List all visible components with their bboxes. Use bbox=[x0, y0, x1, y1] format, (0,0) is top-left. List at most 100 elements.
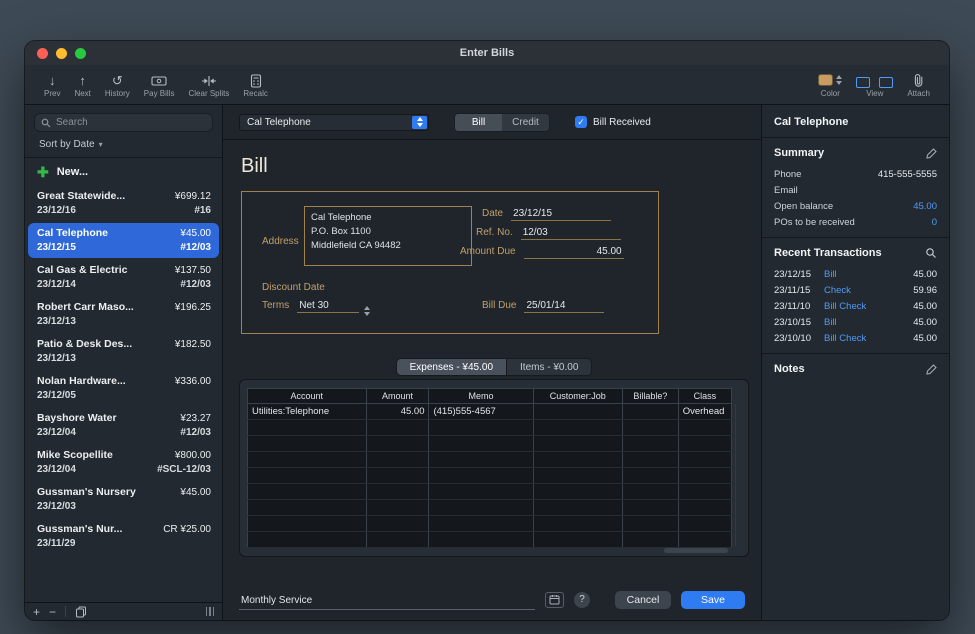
bill-vendor: Bayshore Water bbox=[37, 412, 117, 424]
col-billable: Billable? bbox=[623, 389, 679, 404]
list-item[interactable]: Great Statewide...¥699.12 23/12/16#16 bbox=[28, 186, 219, 221]
chevron-down-icon: ▾ bbox=[99, 140, 103, 149]
table-row[interactable] bbox=[248, 532, 732, 548]
clear-splits-icon bbox=[201, 72, 217, 88]
horizontal-scrollbar[interactable] bbox=[664, 548, 728, 553]
add-button[interactable]: + bbox=[33, 606, 40, 618]
terms-field[interactable]: Net 30 bbox=[297, 300, 359, 313]
expense-item-tabs: Expenses - ¥45.00 Items - ¥0.00 bbox=[239, 358, 749, 376]
expenses-table-body: Utilities:Telephone 45.00 (415)555-4567 … bbox=[248, 404, 732, 548]
bill-date: 23/12/05 bbox=[37, 390, 76, 401]
table-row[interactable] bbox=[248, 436, 732, 452]
bill-received-checkbox[interactable]: ✓ bbox=[575, 116, 587, 128]
new-bill-button[interactable]: ✚ New... bbox=[25, 158, 222, 185]
color-swatch-icon bbox=[818, 74, 833, 86]
list-item[interactable]: Gussman's Nur...CR ¥25.00 23/11/29 bbox=[28, 519, 219, 554]
clear-splits-button[interactable]: Clear Splits bbox=[181, 65, 236, 104]
save-button[interactable]: Save bbox=[681, 591, 745, 609]
list-item[interactable]: Nolan Hardware...¥336.00 23/12/05 bbox=[28, 371, 219, 406]
list-item[interactable]: Patio & Desk Des...¥182.50 23/12/13 bbox=[28, 334, 219, 369]
bill-due-label: Bill Due bbox=[482, 300, 516, 311]
ref-field[interactable]: 12/03 bbox=[521, 227, 621, 240]
color-stepper-icon bbox=[836, 75, 842, 85]
table-row[interactable] bbox=[248, 468, 732, 484]
tab-items[interactable]: Items - ¥0.00 bbox=[506, 358, 592, 376]
sort-by-control[interactable]: Sort by Date ▾ bbox=[25, 134, 222, 158]
search-field[interactable] bbox=[34, 113, 213, 132]
notes-pencil-icon[interactable] bbox=[925, 363, 937, 375]
list-item[interactable]: Mike Scopellite¥800.00 23/12/04#SCL-12/0… bbox=[28, 445, 219, 480]
bill-form: Address Cal Telephone P.O. Box 1100 Midd… bbox=[241, 191, 659, 334]
bill-amount: ¥336.00 bbox=[175, 376, 211, 387]
tab-bill[interactable]: Bill bbox=[455, 114, 502, 131]
page-title: Bill bbox=[241, 155, 749, 178]
resize-grip[interactable] bbox=[206, 607, 215, 616]
search-transactions-icon[interactable] bbox=[925, 247, 937, 259]
view-button[interactable]: View bbox=[849, 65, 900, 104]
prev-button[interactable]: ↓ Prev bbox=[37, 65, 67, 104]
list-item[interactable]: Gussman's Nursery¥45.00 23/12/03 bbox=[28, 482, 219, 517]
list-item[interactable]: Cal Telephone¥45.00 23/12/15#12/03 bbox=[28, 223, 219, 258]
memo-input[interactable] bbox=[239, 593, 535, 609]
date-field[interactable]: 23/12/15 bbox=[511, 208, 611, 221]
address-field[interactable]: Cal Telephone P.O. Box 1100 Middlefield … bbox=[304, 206, 472, 266]
terms-stepper-icon[interactable] bbox=[364, 306, 370, 316]
view-squares-icon bbox=[856, 72, 893, 88]
vertical-scrollbar[interactable] bbox=[735, 404, 742, 546]
titlebar[interactable]: Enter Bills bbox=[25, 41, 949, 65]
table-row[interactable] bbox=[248, 500, 732, 516]
cancel-button[interactable]: Cancel bbox=[615, 591, 671, 609]
transaction-row[interactable]: 23/10/10 Bill Check 45.00 bbox=[762, 330, 949, 346]
help-button[interactable]: ? bbox=[574, 592, 590, 608]
search-input[interactable] bbox=[56, 117, 206, 128]
transaction-row[interactable]: 23/11/15 Check 59.96 bbox=[762, 282, 949, 298]
combo-stepper-icon[interactable] bbox=[412, 116, 427, 129]
table-row[interactable] bbox=[248, 452, 732, 468]
duplicate-icon[interactable] bbox=[75, 606, 87, 618]
list-item[interactable]: Bayshore Water¥23.27 23/12/04#12/03 bbox=[28, 408, 219, 443]
vendor-name: Cal Telephone bbox=[762, 105, 949, 138]
bill-amount: ¥23.27 bbox=[180, 413, 211, 424]
next-button[interactable]: ↑ Next bbox=[67, 65, 97, 104]
amount-due-field[interactable]: 45.00 bbox=[524, 246, 624, 259]
field-pos-to-be-received: POs to be received0 bbox=[762, 214, 949, 230]
color-button[interactable]: Color bbox=[811, 65, 849, 104]
bill-amount: ¥699.12 bbox=[175, 191, 211, 202]
ref-label: Ref. No. bbox=[476, 227, 513, 238]
bill-due-field[interactable]: 25/01/14 bbox=[524, 300, 604, 313]
toolbar: ↓ Prev ↑ Next ↺ History Pay Bills Clear … bbox=[25, 65, 949, 105]
vendor-select[interactable]: Cal Telephone bbox=[239, 114, 429, 131]
minimize-button[interactable] bbox=[56, 48, 67, 59]
table-row[interactable] bbox=[248, 516, 732, 532]
table-row[interactable]: Utilities:Telephone 45.00 (415)555-4567 … bbox=[248, 404, 732, 420]
transaction-row[interactable]: 23/10/15 Bill 45.00 bbox=[762, 314, 949, 330]
attach-button[interactable]: Attach bbox=[900, 65, 937, 104]
search-icon bbox=[41, 118, 51, 128]
zoom-button[interactable] bbox=[75, 48, 86, 59]
bill-vendor: Gussman's Nursery bbox=[37, 486, 136, 498]
bill-date: 23/12/16 bbox=[37, 205, 76, 216]
enter-bills-window: Enter Bills ↓ Prev ↑ Next ↺ History Pay … bbox=[25, 41, 949, 620]
table-row[interactable] bbox=[248, 420, 732, 436]
memo-field-wrap bbox=[239, 590, 535, 610]
bill-date: 23/12/04 bbox=[37, 427, 76, 438]
history-button[interactable]: ↺ History bbox=[98, 65, 137, 104]
close-button[interactable] bbox=[37, 48, 48, 59]
calendar-button[interactable] bbox=[545, 592, 564, 608]
tab-credit[interactable]: Credit bbox=[502, 114, 549, 131]
tab-expenses[interactable]: Expenses - ¥45.00 bbox=[396, 358, 506, 376]
summary-title: Summary bbox=[774, 147, 824, 159]
bill-received-control: ✓ Bill Received bbox=[575, 116, 651, 128]
recalc-button[interactable]: Recalc bbox=[236, 65, 274, 104]
list-item[interactable]: Cal Gas & Electric¥137.50 23/12/14#12/03 bbox=[28, 260, 219, 295]
discount-date-label: Discount Date bbox=[262, 282, 325, 293]
transaction-row[interactable]: 23/11/10 Bill Check 45.00 bbox=[762, 298, 949, 314]
table-row[interactable] bbox=[248, 484, 732, 500]
remove-button[interactable]: − bbox=[49, 606, 56, 618]
pay-bills-button[interactable]: Pay Bills bbox=[137, 65, 182, 104]
bill-received-label: Bill Received bbox=[593, 117, 651, 128]
list-item[interactable]: Robert Carr Maso...¥196.25 23/12/13 bbox=[28, 297, 219, 332]
edit-pencil-icon[interactable] bbox=[925, 147, 937, 159]
divider bbox=[65, 606, 66, 617]
transaction-row[interactable]: 23/12/15 Bill 45.00 bbox=[762, 266, 949, 282]
